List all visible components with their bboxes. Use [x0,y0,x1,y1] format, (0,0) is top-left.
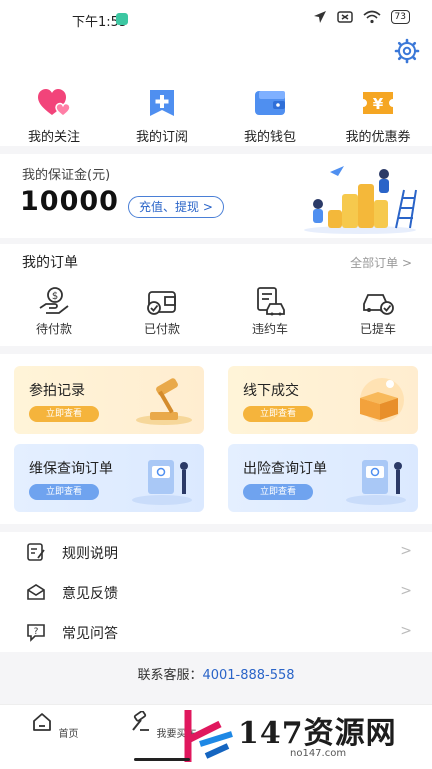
paid-icon [147,291,176,315]
document-illustration-icon [132,460,192,505]
pending-payment-icon: $ [39,287,69,314]
coin-stack-illustration-icon [304,166,417,234]
menu-item-feedback[interactable]: 意见反馈 > [0,572,432,612]
svg-text:¥: ¥ [373,95,384,113]
recharge-withdraw-button[interactable]: 充值、提现 > [128,196,224,218]
watermark-logo-icon [184,710,233,762]
nav-home[interactable]: 首页 [20,711,90,741]
card-title: 参拍记录 [29,383,85,399]
menu-label: 意见反馈 [62,586,118,602]
rules-icon [27,543,45,561]
quick-action-label: 我的关注 [27,130,80,145]
site-watermark: 147资源网 no147.com [180,704,432,768]
quick-action-label: 我的钱包 [243,130,296,145]
subscribe-plus-icon [150,90,174,116]
status-bar: 下午1:55 73 [0,0,432,38]
service-cards: 参拍记录 立即查看 线下成交 立即查看 维保查询订单 立即查看 出险查询订单 立… [0,354,432,524]
chevron-right-icon: > [400,623,412,639]
orders-title: 我的订单 [22,255,78,271]
quick-action-wallet[interactable]: 我的钱包 [216,88,324,145]
quick-action-label: 我的优惠券 [345,130,411,145]
menu-item-rules[interactable]: 规则说明 > [0,532,432,572]
document-illustration-icon [346,460,406,505]
notification-badge-icon [116,13,128,25]
view-now-button[interactable]: 立即查看 [243,484,313,500]
auction-hammer-icon [132,710,150,731]
menu-item-faq[interactable]: ? 常见问答 > [0,612,432,652]
deposit-title: 我的保证金(元) [22,168,111,183]
home-icon [33,713,52,731]
auction-record-card[interactable]: 参拍记录 立即查看 [14,366,204,434]
breach-car-icon [257,287,285,316]
view-now-button[interactable]: 立即查看 [243,406,313,422]
quick-action-label: 我的订阅 [135,130,188,145]
heart-icon [38,89,71,117]
customer-service-label: 联系客服： [137,668,203,683]
wallet-icon [255,91,285,115]
watermark-url: no147.com [290,748,347,759]
quick-action-subscribe[interactable]: 我的订阅 [108,88,216,145]
view-now-button[interactable]: 立即查看 [29,484,99,500]
order-paid[interactable]: 已付款 [108,286,216,337]
insurance-query-card[interactable]: 出险查询订单 立即查看 [228,444,418,512]
order-status-row: $ 待付款 已付款 违约车 已提车 [0,286,432,337]
battery-indicator: 73 [390,10,410,24]
view-now-button[interactable]: 立即查看 [29,406,99,422]
picked-up-car-icon [363,294,394,315]
gavel-illustration-icon [136,378,192,425]
svg-text:?: ? [34,627,39,637]
card-title: 出险查询订单 [243,461,327,477]
chevron-right-icon: > [400,543,412,559]
deposit-card: 我的保证金(元) 10000 充值、提现 > [0,154,432,238]
quick-actions: 我的关注 我的订阅 我的钱包 ¥ 我的优惠券 [0,88,432,145]
coupon-yen-icon: ¥ [363,92,393,114]
sim-icon [336,11,353,23]
quick-action-follow[interactable]: 我的关注 [0,88,108,145]
maintenance-query-card[interactable]: 维保查询订单 立即查看 [14,444,204,512]
deposit-amount: 10000 [20,186,119,217]
status-icons: 73 [313,10,410,24]
box-illustration-icon [360,378,404,422]
wifi-icon [363,10,381,24]
card-title: 线下成交 [243,383,299,399]
order-breach-car[interactable]: 违约车 [216,286,324,337]
offline-deal-card[interactable]: 线下成交 立即查看 [228,366,418,434]
quick-action-coupon[interactable]: ¥ 我的优惠券 [324,88,432,145]
customer-service-phone[interactable]: 4001-888-558 [202,668,294,683]
order-pending-payment[interactable]: $ 待付款 [0,286,108,337]
card-title: 维保查询订单 [29,461,113,477]
customer-service: 联系客服：4001-888-558 [0,664,432,690]
all-orders-link[interactable]: 全部订单 > [350,254,412,271]
nav-label: 首页 [58,729,79,740]
faq-icon: ? [27,624,45,642]
home-indicator[interactable] [134,758,190,761]
settings-gear-icon[interactable] [394,38,420,64]
watermark-text: 147资源网 [238,716,397,751]
order-status-label: 待付款 [35,322,72,336]
feedback-icon [27,584,45,600]
menu-label: 常见问答 [62,626,118,642]
order-status-label: 违约车 [251,322,288,336]
my-orders-card: 我的订单 全部订单 > $ 待付款 已付款 违约车 已提车 [0,244,432,346]
order-status-label: 已付款 [143,322,180,336]
svg-text:$: $ [52,291,58,302]
order-picked-up[interactable]: 已提车 [324,286,432,337]
chevron-right-icon: > [400,583,412,599]
order-status-label: 已提车 [359,322,396,336]
location-icon [313,11,326,23]
menu-label: 规则说明 [62,546,118,562]
settings-menu: 规则说明 > 意见反馈 > ? 常见问答 > [0,532,432,652]
